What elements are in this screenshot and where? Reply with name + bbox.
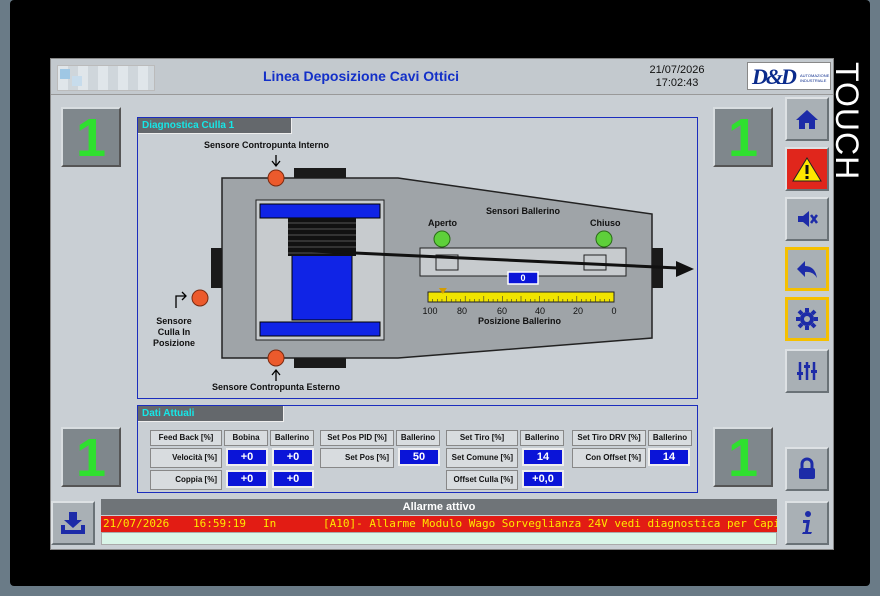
dati-attuali-panel: Dati Attuali Feed Back [%] Bobina Baller… xyxy=(137,405,698,493)
sensor-left-label: Sensore Culla In Posizione xyxy=(152,316,196,349)
scale-tick-label: 0 xyxy=(611,306,617,316)
warning-icon xyxy=(792,157,822,182)
set-comune-value[interactable]: 14 xyxy=(522,448,564,466)
lock-button[interactable] xyxy=(785,447,829,491)
scale-tick-label: 40 xyxy=(534,306,545,316)
chiuso-led xyxy=(595,230,613,248)
velocita-bobina-value: +0 xyxy=(226,448,268,466)
sensor-left-led xyxy=(191,289,209,307)
con-offset-label: Con Offset [%] xyxy=(572,448,646,468)
contropunta-top xyxy=(294,168,346,178)
alarm-bar: Allarme attivo 21/07/2026 16:59:19 In [A… xyxy=(51,499,833,549)
alarm-button[interactable] xyxy=(785,147,829,191)
datetime: 21/07/2026 17:02:43 xyxy=(637,64,717,90)
company-logo xyxy=(57,65,155,91)
settings-button[interactable] xyxy=(785,297,829,341)
back-icon xyxy=(797,261,817,278)
contropunta-bottom xyxy=(294,358,346,368)
header-ballerino: Ballerino xyxy=(270,430,314,446)
coppia-ballerino-value: +0 xyxy=(272,470,314,488)
panel-title: Dati Attuali xyxy=(138,406,284,422)
scale-tick-label: 80 xyxy=(456,306,467,316)
header-bobina: Bobina xyxy=(224,430,268,446)
status-tile-top-right[interactable]: 1 xyxy=(713,107,773,167)
alarm-time: 16:59:19 xyxy=(193,517,246,530)
status-tile-bottom-left[interactable]: 1 xyxy=(61,427,121,487)
scale-label: Posizione Ballerino xyxy=(478,316,562,326)
dd-logo: D&D AUTOMAZIONE INDUSTRIALE xyxy=(747,62,831,90)
status-tile-bottom-right[interactable]: 1 xyxy=(713,427,773,487)
aperto-label: Aperto xyxy=(428,218,457,228)
date-text: 21/07/2026 xyxy=(649,64,705,76)
home-button[interactable] xyxy=(785,97,829,141)
scale-tick-label: 60 xyxy=(496,306,507,316)
coppia-bobina-value: +0 xyxy=(226,470,268,488)
culla-diagram xyxy=(175,155,694,381)
tuning-button[interactable] xyxy=(785,349,829,393)
sensor-bottom-label: Sensore Contropunta Esterno xyxy=(212,382,341,392)
ballerino-title: Sensori Ballerino xyxy=(486,206,561,216)
home-icon xyxy=(796,110,818,129)
alarm-row[interactable]: 21/07/2026 16:59:19 In [A10]- Allarme Mo… xyxy=(101,516,777,532)
coppia-label: Coppia [%] xyxy=(150,470,222,490)
brand-label: TOUCH xyxy=(829,62,865,181)
offset-culla-label: Offset Culla [%] xyxy=(446,470,518,490)
header-set-tiro-drv: Set Tiro DRV [%] xyxy=(572,430,646,446)
ballerino-value: 0 xyxy=(520,273,526,283)
left-clamp xyxy=(211,248,222,288)
alarm-row-empty xyxy=(101,532,777,545)
sensor-top-led xyxy=(267,169,285,187)
download-icon xyxy=(61,512,85,534)
tile-value: 1 xyxy=(75,108,107,168)
header-set-pos-pid: Set Pos PID [%] xyxy=(320,430,394,446)
sensor-bottom-led xyxy=(267,349,285,367)
velocita-ballerino-value: +0 xyxy=(272,448,314,466)
alarm-state: In xyxy=(263,517,277,530)
tile-value: 1 xyxy=(727,428,759,488)
lock-icon xyxy=(799,457,815,479)
scale-tick-label: 100 xyxy=(422,306,438,316)
sensor-left-line3: Posizione xyxy=(152,338,195,348)
header-set-tiro: Set Tiro [%] xyxy=(446,430,518,446)
mute-icon xyxy=(798,211,818,227)
page-title: Linea Deposizione Cavi Ottici xyxy=(263,68,460,84)
settings-icon xyxy=(796,308,818,330)
hmi-screen: Linea Deposizione Cavi Ottici 21/07/2026… xyxy=(50,58,834,550)
alarm-title: Allarme attivo xyxy=(101,499,777,515)
scale-tick-label: 20 xyxy=(572,306,583,316)
header-ballerino: Ballerino xyxy=(396,430,440,446)
con-offset-value: 14 xyxy=(648,448,690,466)
back-button[interactable] xyxy=(785,247,829,291)
velocita-label: Velocità [%] xyxy=(150,448,222,468)
sensor-left-line2: Culla In xyxy=(157,327,191,337)
header-ballerino: Ballerino xyxy=(520,430,564,446)
chiuso-label: Chiuso xyxy=(590,218,621,228)
mute-button[interactable] xyxy=(785,197,829,241)
cable-arrow xyxy=(676,261,694,277)
header-feedback: Feed Back [%] xyxy=(150,430,222,446)
alarm-export-button[interactable] xyxy=(51,501,95,545)
status-tile-top-left[interactable]: 1 xyxy=(61,107,121,167)
set-pos-label: Set Pos [%] xyxy=(320,448,394,468)
sliders-icon xyxy=(797,362,817,380)
logo-text: D&D xyxy=(752,64,797,89)
time-text: 17:02:43 xyxy=(655,77,699,89)
header-ballerino: Ballerino xyxy=(648,430,692,446)
sensor-left-line1: Sensore xyxy=(156,316,192,326)
logo-subtext: AUTOMAZIONE INDUSTRIALE xyxy=(800,73,830,83)
set-comune-label: Set Comune [%] xyxy=(446,448,518,468)
alarm-message: [A10]- Allarme Modulo Wago Sorveglianza … xyxy=(323,517,777,530)
tile-value: 1 xyxy=(75,428,107,488)
set-pos-value[interactable]: 50 xyxy=(398,448,440,466)
offset-culla-value[interactable]: +0,0 xyxy=(522,470,564,488)
alarm-date: 21/07/2026 xyxy=(103,517,170,530)
header-bar: Linea Deposizione Cavi Ottici 21/07/2026… xyxy=(51,59,833,95)
sensor-top-label: Sensore Contropunta Interno xyxy=(204,140,330,150)
diagnostica-panel: Diagnostica Culla 1 Sensore Contropunta … xyxy=(137,117,698,399)
tile-value: 1 xyxy=(727,108,759,168)
aperto-led xyxy=(433,230,451,248)
